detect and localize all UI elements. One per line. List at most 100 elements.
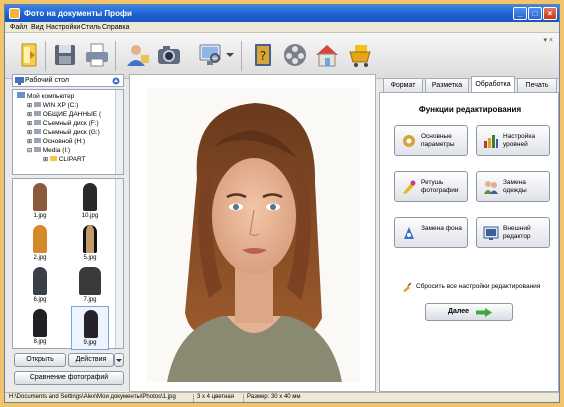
clothes-icon — [484, 181, 498, 194]
broom-icon — [403, 282, 412, 292]
thumbnail[interactable]: 7.jpg — [73, 266, 107, 306]
levels-icon — [484, 135, 498, 148]
minimize-button[interactable]: _ — [513, 7, 527, 20]
close-button[interactable]: × — [543, 7, 557, 20]
status-format: 3 x 4 цветная — [197, 394, 235, 400]
thumbnail-grid: 1.jpg 10.jpg 2.jpg 5.jpg 6.jpg 7.jpg 8.j… — [12, 178, 124, 350]
help-book-icon[interactable]: ? — [249, 41, 277, 69]
tree-item-shared-data[interactable]: ⊞ ОБЩИЕ ДАННЫЕ ( — [27, 111, 101, 120]
panel-title: Функции редактирования — [418, 105, 522, 114]
chevron-down-icon — [116, 359, 122, 362]
home-icon[interactable] — [313, 41, 341, 69]
toolbar: ? ▾ × — [5, 33, 559, 79]
thumbnail[interactable]: 6.jpg — [23, 266, 57, 306]
monitor-icon[interactable] — [197, 41, 225, 69]
thumbnail[interactable]: 5.jpg — [73, 224, 107, 264]
thumbnail-image — [33, 183, 47, 211]
drive-icon — [33, 129, 41, 134]
open-file-icon[interactable] — [15, 41, 43, 69]
thumbnail-image — [83, 183, 97, 211]
status-path: H:\Documents and Settings\Alex\Мои докум… — [9, 394, 176, 400]
photo-canvas — [129, 74, 376, 392]
menu-style[interactable]: Стиль — [81, 24, 101, 31]
folder-tree: Мой компьютер ⊞ WIN XP (C:) ⊞ ОБЩИЕ ДАНН… — [12, 89, 124, 175]
thumbnail-image — [33, 309, 47, 337]
save-icon[interactable] — [51, 41, 79, 69]
chevron-down-icon[interactable] — [225, 51, 235, 59]
tab-processing[interactable]: Обработка — [471, 76, 515, 93]
external-editor-button[interactable]: Внешний редактор — [476, 217, 550, 248]
clothes-button[interactable]: Замена одежды — [476, 171, 550, 202]
thumbnail[interactable]: 2.jpg — [23, 224, 57, 264]
cart-icon[interactable] — [347, 41, 375, 69]
app-icon — [9, 8, 20, 19]
tab-markup[interactable]: Разметка — [425, 78, 469, 92]
thumbnail-image — [33, 225, 47, 253]
drive-icon — [33, 147, 41, 152]
right-pane: Формат Разметка Обработка Печать Функции… — [379, 74, 559, 392]
actions-dropdown[interactable] — [114, 353, 124, 367]
toolbar-options[interactable]: ▾ × — [543, 36, 553, 44]
window-title: Фото на документы Профи — [24, 9, 132, 18]
menu-view[interactable]: Вид — [31, 24, 44, 31]
menu-help[interactable]: Справка — [102, 24, 129, 31]
up-folder-icon[interactable] — [112, 77, 120, 85]
external-editor-icon — [483, 226, 499, 240]
film-icon[interactable] — [281, 41, 309, 69]
retouch-icon — [403, 180, 416, 194]
tree-scrollbar[interactable] — [115, 90, 123, 174]
desktop-icon — [15, 77, 24, 85]
folder-header-label: Рабочий стол — [25, 77, 69, 84]
menu-bar: Файл Вид Настройки Стиль Справка — [5, 22, 559, 33]
svg-text:?: ? — [260, 49, 266, 63]
user-photo-icon[interactable] — [123, 41, 151, 69]
tree-item-clipart[interactable]: ⊞ CLIPART — [43, 156, 86, 165]
thumbnail[interactable]: 8.jpg — [23, 308, 57, 348]
tree-item-removable-g[interactable]: ⊞ Съемный диск (G:) — [27, 129, 100, 138]
portrait-photo — [147, 88, 360, 382]
actions-button[interactable]: Действия — [68, 353, 114, 367]
folder-selector[interactable]: Рабочий стол — [12, 74, 124, 87]
tab-format[interactable]: Формат — [383, 78, 423, 92]
app-window: Фото на документы Профи _ □ × Файл Вид Н… — [4, 4, 560, 403]
thumbnail-scrollbar[interactable] — [115, 179, 123, 348]
arrow-right-icon — [476, 308, 492, 317]
thumbnail[interactable]: 1.jpg — [23, 182, 57, 222]
thumbnail-image — [79, 267, 101, 295]
basic-settings-button[interactable]: Основные параметры — [394, 125, 468, 156]
drive-icon — [33, 111, 41, 116]
thumbnail-selected[interactable]: 9.jpg — [71, 306, 109, 350]
editing-panel: Функции редактирования Основные параметр… — [379, 92, 559, 392]
drive-icon — [33, 138, 41, 143]
status-size: Размер: 30 x 40 мм — [247, 394, 301, 400]
next-button[interactable]: Далее — [425, 303, 513, 321]
drive-icon — [33, 120, 41, 125]
basic-settings-icon — [403, 135, 415, 147]
print-icon[interactable] — [83, 41, 111, 69]
thumbnail[interactable]: 10.jpg — [73, 182, 107, 222]
open-button[interactable]: Открыть — [14, 353, 66, 367]
tab-print[interactable]: Печать — [517, 78, 557, 92]
retouch-button[interactable]: Ретушь фотографии — [394, 171, 468, 202]
tree-item-drive-c[interactable]: ⊞ WIN XP (C:) — [27, 102, 78, 111]
tree-item-removable-f[interactable]: ⊞ Съемный диск (F:) — [27, 120, 99, 129]
background-icon — [404, 227, 414, 239]
levels-button[interactable]: Настройка уровней — [476, 125, 550, 156]
tree-item-my-computer[interactable]: Мой компьютер — [17, 92, 74, 101]
status-bar: H:\Documents and Settings\Alex\Мои докум… — [5, 392, 559, 402]
menu-file[interactable]: Файл — [10, 24, 27, 31]
tree-item-media-i[interactable]: ⊟ Media (I:) — [27, 147, 70, 156]
title-bar: Фото на документы Профи _ □ × — [5, 5, 559, 22]
camera-icon[interactable] — [155, 41, 183, 69]
tree-item-main-h[interactable]: ⊞ Основной (H:) — [27, 138, 85, 147]
maximize-button[interactable]: □ — [528, 7, 542, 20]
computer-icon — [17, 92, 25, 98]
drive-icon — [33, 102, 41, 107]
compare-photos-button[interactable]: Сравнение фотографий — [14, 371, 124, 385]
left-pane: Рабочий стол Мой компьютер ⊞ WIN XP (C:)… — [12, 74, 124, 392]
folder-icon — [49, 156, 57, 161]
thumbnail-image — [84, 310, 98, 338]
background-button[interactable]: Замена фона — [394, 217, 468, 248]
menu-settings[interactable]: Настройки — [46, 24, 80, 31]
thumbnail-image — [83, 225, 97, 253]
